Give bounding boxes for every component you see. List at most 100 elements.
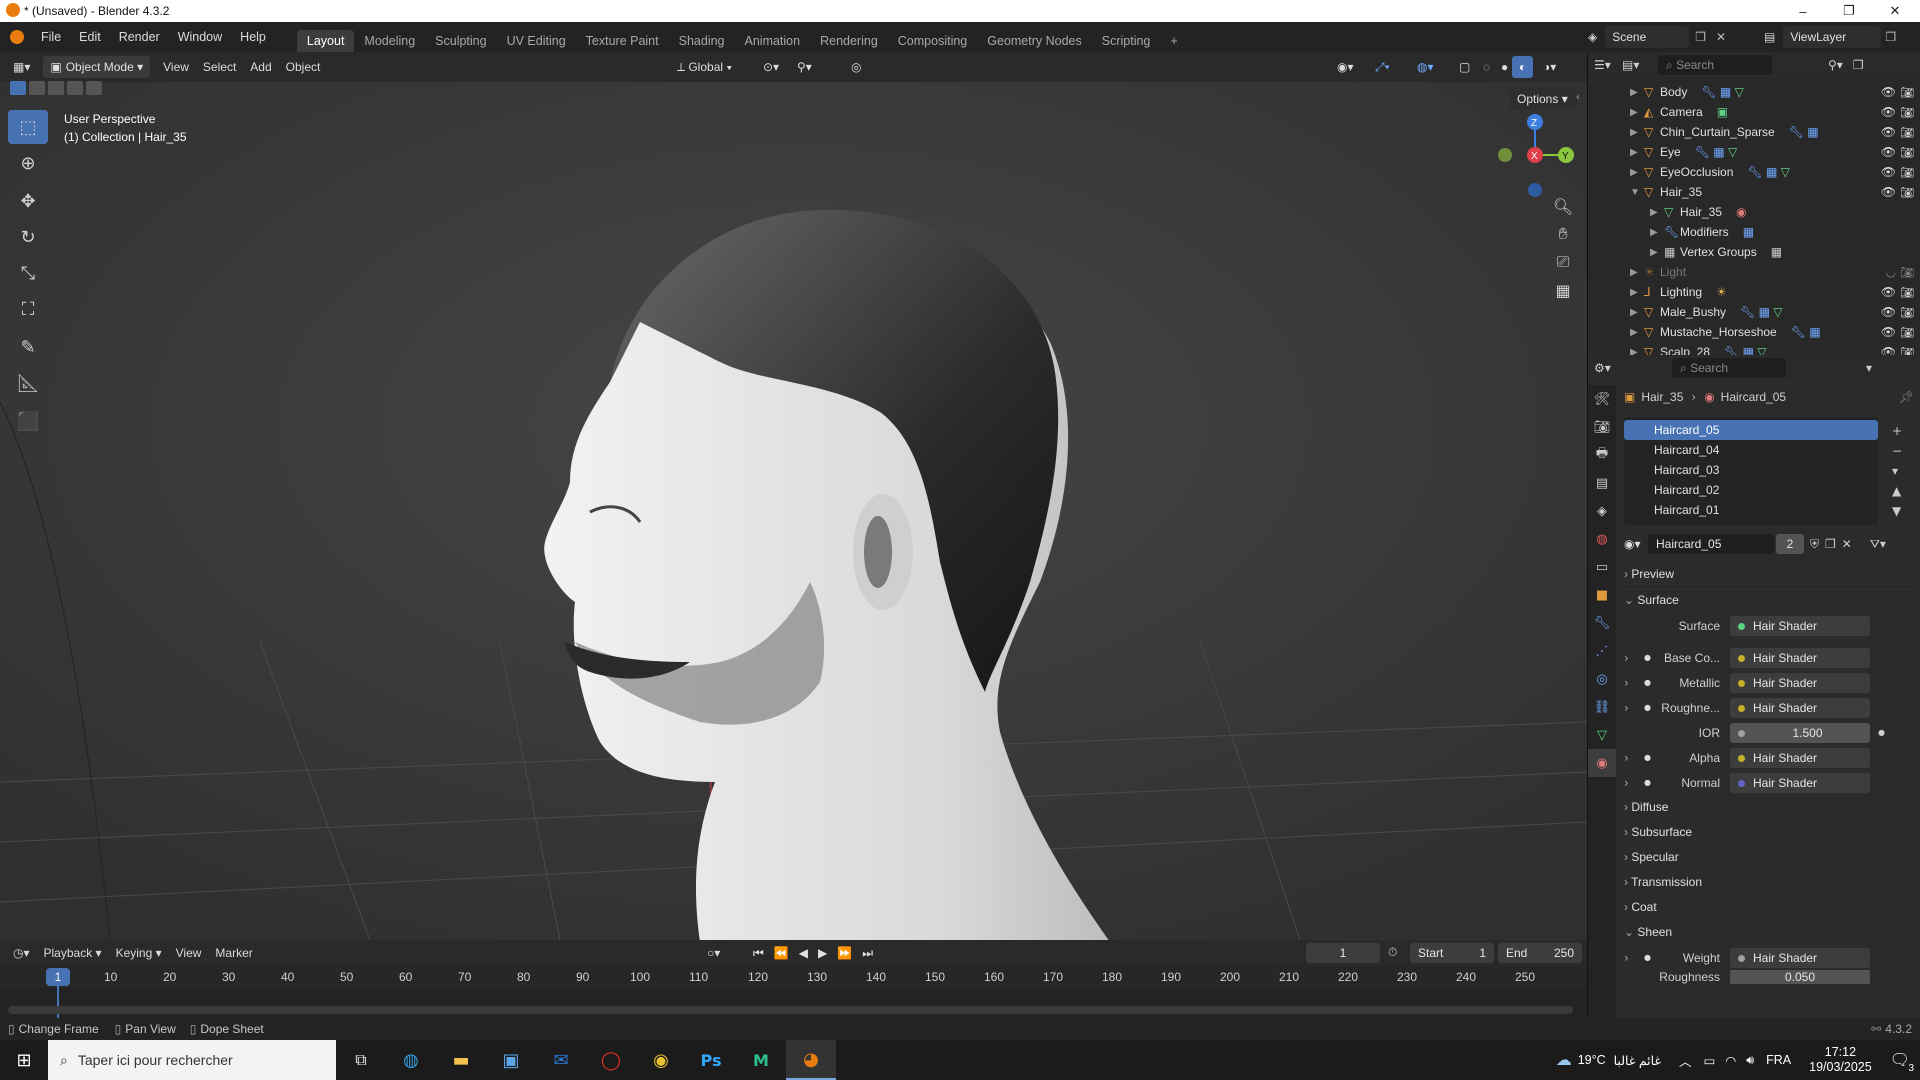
render-camera-icon[interactable]: 📷︎ [1900, 326, 1914, 339]
options-dropdown[interactable]: Options ▾ [1510, 88, 1575, 110]
section-subsurface[interactable]: › Subsurface [1624, 820, 1914, 845]
move-slot-down-icon[interactable]: ▼ [1892, 501, 1902, 521]
select-new-icon[interactable] [10, 81, 26, 95]
menu-render[interactable]: Render [110, 25, 169, 49]
weather-temperature[interactable]: 19°C [1578, 1053, 1606, 1067]
view-layer-tab-icon[interactable]: ▤ [1588, 469, 1616, 497]
play-reverse-icon[interactable]: ◀ [794, 946, 813, 960]
keyframe-dot-icon[interactable]: ● [1878, 728, 1885, 737]
outliner-item-chin-curtain[interactable]: ▶ ▽ Chin_Curtain_Sparse 🔧︎ ▦ 👁︎ 📷︎ [1630, 122, 1920, 142]
visibility-eye-icon[interactable]: 👁︎ [1881, 125, 1896, 139]
outliner-item-light[interactable]: ▶ ☀ Light ◡ 📷︎ [1630, 262, 1920, 282]
timeline-ruler[interactable]: 1 10 20 30 40 50 60 70 80 90 100 110 120… [0, 966, 1587, 1028]
annotate-tool-icon[interactable]: ✎ [8, 330, 48, 364]
section-preview[interactable]: › Preview [1624, 561, 1914, 587]
expand-arrow-icon[interactable]: ▶ [1650, 247, 1664, 258]
xray-icon[interactable]: ▢ [1452, 56, 1477, 78]
playhead[interactable]: 1 [46, 968, 70, 986]
task-view-icon[interactable]: ⧉ [336, 1050, 386, 1070]
tab-geometry-nodes[interactable]: Geometry Nodes [977, 30, 1091, 52]
chrome-icon[interactable]: ◉ [636, 1050, 686, 1071]
timeline-scrollbar[interactable] [8, 1006, 1573, 1014]
tab-animation[interactable]: Animation [735, 30, 811, 52]
visibility-hidden-icon[interactable]: ◡ [1886, 265, 1896, 279]
outliner-item-hair-35[interactable]: ▼ ▽ Hair_35 👁︎ 📷︎ [1630, 182, 1920, 202]
jump-keyframe-back-icon[interactable]: ⏪ [769, 946, 794, 960]
menu-edit[interactable]: Edit [70, 25, 110, 49]
section-surface[interactable]: ⌄ Surface [1624, 587, 1914, 613]
scene-tab-icon[interactable]: ◈ [1588, 497, 1616, 525]
visibility-eye-icon[interactable]: 👁︎ [1881, 285, 1896, 299]
expand-arrow-icon[interactable]: ▶ [1650, 207, 1664, 218]
tab-scripting[interactable]: Scripting [1092, 30, 1161, 52]
language-indicator[interactable]: FRA [1766, 1053, 1791, 1067]
add-workspace-button[interactable]: + [1160, 30, 1187, 52]
collapse-arrow-icon[interactable]: ▼ [1630, 187, 1644, 198]
properties-editor-type-icon[interactable]: ⚙▾ [1594, 361, 1626, 375]
outliner-search-input[interactable]: ⌕ Search [1658, 55, 1772, 75]
menu-keying[interactable]: Keying ▾ [109, 942, 169, 964]
tab-modeling[interactable]: Modeling [354, 30, 425, 52]
weather-cloud-icon[interactable]: ☁ [1556, 1050, 1572, 1070]
gizmo-toggle-icon[interactable]: ⤢▾ [1368, 56, 1397, 78]
expand-arrow-icon[interactable]: ▶ [1630, 307, 1644, 318]
expand-arrow-icon[interactable]: ▶ [1650, 227, 1664, 238]
menu-playback[interactable]: Playback ▾ [37, 942, 109, 964]
outliner-item-modifiers[interactable]: ▶ 🔧︎ Modifiers ▦ [1630, 222, 1920, 242]
transform-orientation-dropdown[interactable]: ⟂ Global ▾ [670, 56, 739, 78]
tab-rendering[interactable]: Rendering [810, 30, 888, 52]
outliner-item-camera[interactable]: ▶ ◭ Camera ▣ 👁︎ 📷︎ [1630, 102, 1920, 122]
material-name-field[interactable]: Haircard_05 [1648, 534, 1774, 554]
weather-description[interactable]: غائم غالبا [1614, 1053, 1661, 1068]
outliner-item-lighting[interactable]: ▶ ⅃ Lighting ☀ 👁︎ 📷︎ [1630, 282, 1920, 302]
select-extend-icon[interactable] [29, 81, 45, 95]
current-frame-field[interactable]: 1 [1306, 943, 1380, 963]
section-specular[interactable]: › Specular [1624, 845, 1914, 870]
camera-view-icon[interactable]: ⎚ [1548, 248, 1578, 276]
volume-icon[interactable]: 🔊︎ [1746, 1053, 1754, 1068]
sidebar-toggle-icon[interactable]: ‹ [1576, 92, 1580, 103]
start-frame-field[interactable]: Start 1 [1410, 943, 1494, 963]
object-tab-icon[interactable]: ■ [1588, 581, 1616, 609]
section-transmission[interactable]: › Transmission [1624, 870, 1914, 895]
menu-file[interactable]: File [32, 25, 70, 49]
jump-end-icon[interactable]: ⏭ [857, 946, 878, 961]
outliner-item-body[interactable]: ▶ ▽ Body 🔧︎ ▦ ▽ 👁︎ 📷︎ [1630, 82, 1920, 102]
constraints-tab-icon[interactable]: ⛓ [1588, 693, 1616, 721]
new-scene-icon[interactable]: ❐ [1695, 30, 1706, 44]
render-camera-icon[interactable]: 📷︎ [1900, 106, 1914, 119]
input-value-field[interactable]: Hair Shader [1730, 747, 1870, 768]
scene-selector[interactable]: ◈ Scene ❐ ✕ [1588, 26, 1726, 48]
material-slot-4[interactable]: Haircard_02 [1624, 480, 1878, 500]
taskbar-search-input[interactable]: ⌕ Taper ici pour rechercher [48, 1040, 336, 1080]
store-icon[interactable]: ▣ [486, 1050, 536, 1071]
visibility-eye-icon[interactable]: 👁︎ [1881, 325, 1896, 339]
cursor-tool-icon[interactable]: ⊕ [8, 146, 48, 180]
menu-timeline-view[interactable]: View [169, 942, 209, 964]
tray-overflow-icon[interactable]: ︿ [1679, 1051, 1692, 1070]
tab-uv-editing[interactable]: UV Editing [497, 30, 576, 52]
expand-arrow-icon[interactable]: ▶ [1630, 267, 1644, 278]
preview-range-icon[interactable]: ⏱ [1388, 945, 1397, 960]
input-value-field[interactable]: Hair Shader [1730, 697, 1870, 718]
timeline-editor-type-icon[interactable]: ◷▾ [6, 942, 37, 964]
pin-icon[interactable]: 📌︎ [1899, 390, 1914, 404]
measure-tool-icon[interactable]: 📐︎ [8, 366, 48, 400]
outliner-item-vertex-groups[interactable]: ▶ ▦ Vertex Groups ▦ [1630, 242, 1920, 262]
visibility-eye-icon[interactable]: 👁︎ [1881, 165, 1896, 179]
tool-tab-icon[interactable]: 🛠︎ [1588, 385, 1616, 413]
select-invert-icon[interactable] [67, 81, 83, 95]
expand-input-icon[interactable]: › [1624, 776, 1644, 790]
render-camera-icon[interactable]: 📷︎ [1900, 186, 1914, 199]
tab-texture-paint[interactable]: Texture Paint [576, 30, 669, 52]
edge-browser-icon[interactable]: ◍ [386, 1050, 436, 1071]
sheen-weight-field[interactable]: Hair Shader [1730, 947, 1870, 968]
menu-window[interactable]: Window [169, 25, 231, 49]
mudbox-icon[interactable]: M [736, 1051, 786, 1070]
display-mode-icon[interactable]: ▤▾ [1622, 58, 1650, 72]
blender-menu-icon[interactable] [10, 30, 24, 44]
expand-arrow-icon[interactable]: ▶ [1630, 167, 1644, 178]
node-link-icon[interactable]: ⛛▾ [1870, 537, 1886, 552]
outliner-item-mustache[interactable]: ▶ ▽ Mustache_Horseshoe 🔧︎ ▦ 👁︎ 📷︎ [1630, 322, 1920, 342]
material-slot-2[interactable]: Haircard_04 [1624, 440, 1878, 460]
